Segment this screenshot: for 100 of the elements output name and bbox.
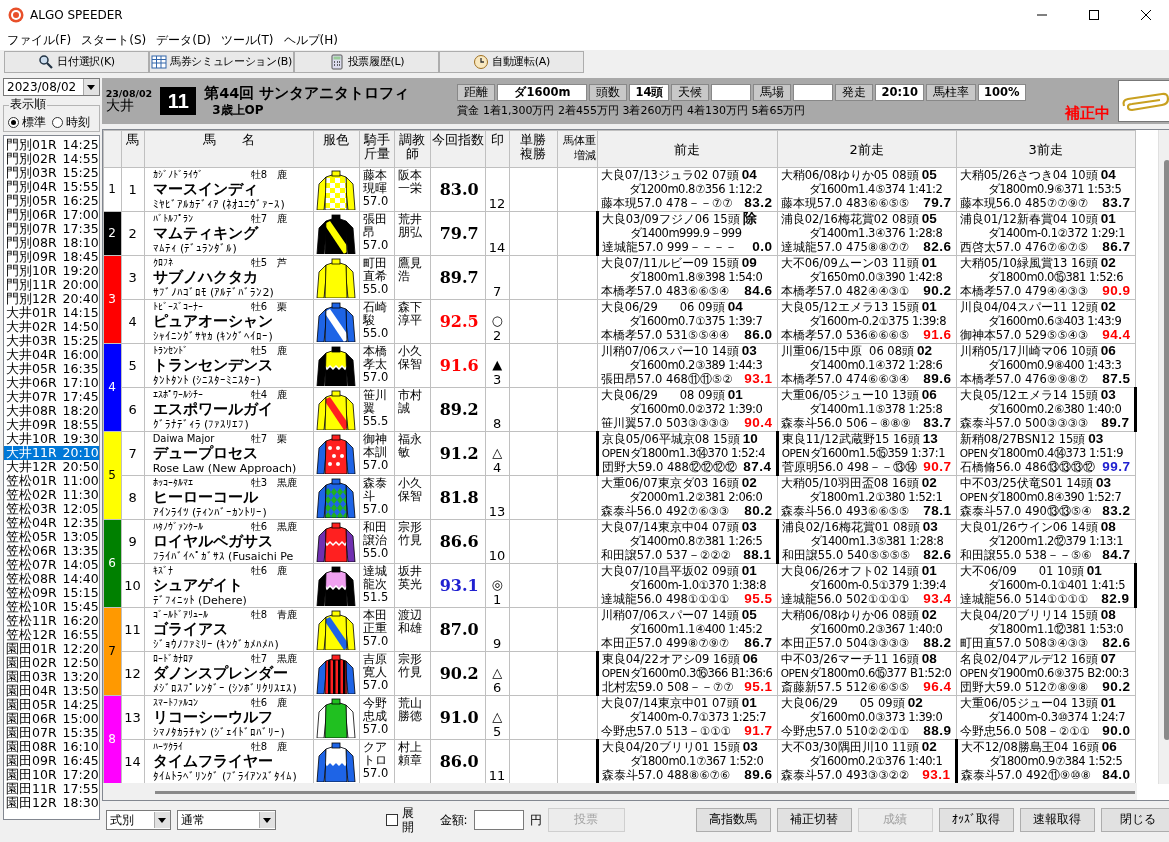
popularity-rank: 4 <box>492 460 503 475</box>
race-list-item[interactable]: 笠松05R 13:05 <box>4 530 99 545</box>
menu-item[interactable]: ツール(T) <box>215 32 279 48</box>
race-list-item[interactable]: 笠松11R 16:20 <box>4 614 99 629</box>
race-list-item[interactable]: 園田06R 15:00 <box>4 712 99 727</box>
race-summary: 大良07/10昌平坂02 09頭 <box>600 564 739 578</box>
race-list-item[interactable]: 門別09R 18:45 <box>4 250 99 265</box>
race-list-item[interactable]: 笠松07R 14:05 <box>4 558 99 573</box>
horse-name: ピュアオーシャン <box>152 312 274 330</box>
menu-item[interactable]: スタート(S) <box>76 32 152 48</box>
race-list-item[interactable]: 笠松03R 12:05 <box>4 502 99 517</box>
popularity-rank: 6 <box>492 680 503 695</box>
race-detail: ダ1600m-0.2①375 1:39:8 <box>808 314 946 328</box>
popularity-rank: 2 <box>492 328 503 343</box>
menu-item[interactable]: データ(D) <box>151 32 216 48</box>
race-list-item[interactable]: 園田04R 13:50 <box>4 684 99 699</box>
finish-position: 01 <box>1100 696 1116 710</box>
action-button[interactable]: 閉じる <box>1100 808 1169 832</box>
action-button[interactable]: 補正切替 <box>776 808 852 832</box>
speed-index: 91.0 <box>439 707 479 727</box>
race-list-item[interactable]: 大井01R 14:15 <box>4 306 99 321</box>
caret-icon <box>87 84 96 90</box>
race-list-item[interactable]: 笠松02R 11:30 <box>4 488 99 503</box>
menu-item[interactable]: ヘルプ(H) <box>278 32 343 48</box>
maximize-icon[interactable] <box>1088 10 1100 20</box>
action-button[interactable]: ｵｯｽﾞ取得 <box>938 808 1014 832</box>
race-list-item[interactable]: 門別03R 15:25 <box>4 166 99 181</box>
jersey-icon <box>316 257 357 298</box>
radio-option[interactable]: 標準 <box>8 115 46 130</box>
race-list-item[interactable]: 門別12R 20:40 <box>4 292 99 307</box>
race-list-item[interactable]: 門別04R 15:55 <box>4 180 99 195</box>
race-summary: 大良07/14東京中04 07頭 <box>600 520 739 534</box>
race-list-item[interactable]: 園田09R 16:45 <box>4 754 99 769</box>
race-list-item[interactable]: 門別06R 17:00 <box>4 208 99 223</box>
race-list-item[interactable]: 園田11R 17:55 <box>4 782 99 797</box>
close-icon[interactable] <box>1140 10 1152 20</box>
race-list-item[interactable]: 笠松01R 11:00 <box>4 474 99 489</box>
race-summary: 大良07/11ルビー09 15頭 <box>600 256 739 270</box>
select-dropdown[interactable]: 通常 <box>176 810 276 830</box>
finish-position: 08 <box>1100 608 1116 622</box>
race-list-item[interactable]: 大井02R 14:50 <box>4 320 99 335</box>
race-list-item[interactable]: 大井08R 18:20 <box>4 404 99 419</box>
column-header: 馬 名 <box>202 133 255 148</box>
vertical-scrollbar[interactable] <box>1157 130 1169 784</box>
race-list-item[interactable]: 大井11R 20:10 <box>4 446 99 461</box>
race-list-item[interactable]: 園田12R 18:30 <box>4 796 99 811</box>
select-dropdown[interactable]: 式別 <box>105 810 171 830</box>
toolbar-button[interactable]: 自動運転(A) <box>439 51 584 73</box>
finish-position: 除 <box>742 212 757 226</box>
frame-number: 1 <box>103 167 122 212</box>
dam-name: Rose Law (New Approach) <box>152 461 298 475</box>
race-detail: ダ1400m999.9－999 <box>629 226 742 240</box>
race-summary: 東良11/12武蔵野15 16頭 <box>781 432 920 446</box>
race-list-item[interactable]: 大井09R 18:55 <box>4 418 99 433</box>
action-button[interactable]: 高指数馬 <box>695 808 771 832</box>
race-list-item[interactable]: 大井12R 20:50 <box>4 460 99 475</box>
race-list-item[interactable]: 笠松12R 16:55 <box>4 628 99 643</box>
race-list-item[interactable]: 大井05R 16:35 <box>4 362 99 377</box>
race-list-item[interactable]: 大井10R 19:30 <box>4 432 99 447</box>
race-list-item[interactable]: 園田07R 15:35 <box>4 726 99 741</box>
race-list-item[interactable]: 笠松04R 12:35 <box>4 516 99 531</box>
finish-position: 02 <box>1100 300 1116 314</box>
toolbar-button[interactable]: 日付選択(K) <box>4 51 149 73</box>
race-list-item[interactable]: 園田10R 17:20 <box>4 768 99 783</box>
race-list-item[interactable]: 門別08R 18:10 <box>4 236 99 251</box>
horizontal-scrollbar[interactable] <box>102 783 1137 800</box>
race-detail: ダ1800m1.8⑨398 1:54:0 <box>628 270 763 284</box>
amount-field[interactable] <box>473 810 524 830</box>
date-dropdown[interactable]: 2023/08/02 <box>3 78 100 96</box>
race-list-item[interactable]: 大井06R 17:10 <box>4 376 99 391</box>
race-list-item[interactable]: 大井03R 15:25 <box>4 334 99 349</box>
jockey-record: 今野忠57.0 510②②①① <box>780 724 910 738</box>
toolbar-button[interactable]: 馬券シミュレーション(B) <box>149 51 294 73</box>
race-list-item[interactable]: 笠松10R 15:45 <box>4 600 99 615</box>
race-list-item[interactable]: 笠松09R 15:15 <box>4 586 99 601</box>
race-list-item[interactable]: 園田03R 13:20 <box>4 670 99 685</box>
expand-checkbox[interactable]: 展開 <box>386 805 426 835</box>
race-list-item[interactable]: 園田08R 16:10 <box>4 740 99 755</box>
race-list-item[interactable]: 門別05R 16:25 <box>4 194 99 209</box>
race-list-item[interactable]: 園田02R 12:50 <box>4 656 99 671</box>
race-list-item[interactable]: 笠松06R 13:35 <box>4 544 99 559</box>
race-list-item[interactable]: 門別07R 17:35 <box>4 222 99 237</box>
race-list-item[interactable]: 園田05R 14:25 <box>4 698 99 713</box>
race-list-item[interactable]: 大井04R 16:00 <box>4 348 99 363</box>
race-index: 90.0 <box>1102 724 1131 738</box>
toolbar-button[interactable]: 投票履歴(L) <box>294 51 439 73</box>
action-button[interactable]: 速報取得 <box>1019 808 1095 832</box>
race-list-item[interactable]: 門別11R 20:00 <box>4 278 99 293</box>
race-list-item[interactable]: 門別01R 14:25 <box>4 138 99 153</box>
race-list-item[interactable]: 門別10R 19:20 <box>4 264 99 279</box>
carried-weight: 55.5 <box>362 415 390 428</box>
radio-option[interactable]: 時刻 <box>52 115 90 130</box>
race-index: 90.7 <box>923 460 952 474</box>
race-list-item[interactable]: 門別02R 14:55 <box>4 152 99 167</box>
jockey-name: 吉原寛人 <box>362 653 388 679</box>
race-list-item[interactable]: 大井07R 17:45 <box>4 390 99 405</box>
race-list-item[interactable]: 園田01R 12:20 <box>4 642 99 657</box>
race-list-item[interactable]: 笠松08R 14:40 <box>4 572 99 587</box>
menu-item[interactable]: ファイル(F) <box>2 32 77 48</box>
finish-position: 01 <box>921 564 937 578</box>
